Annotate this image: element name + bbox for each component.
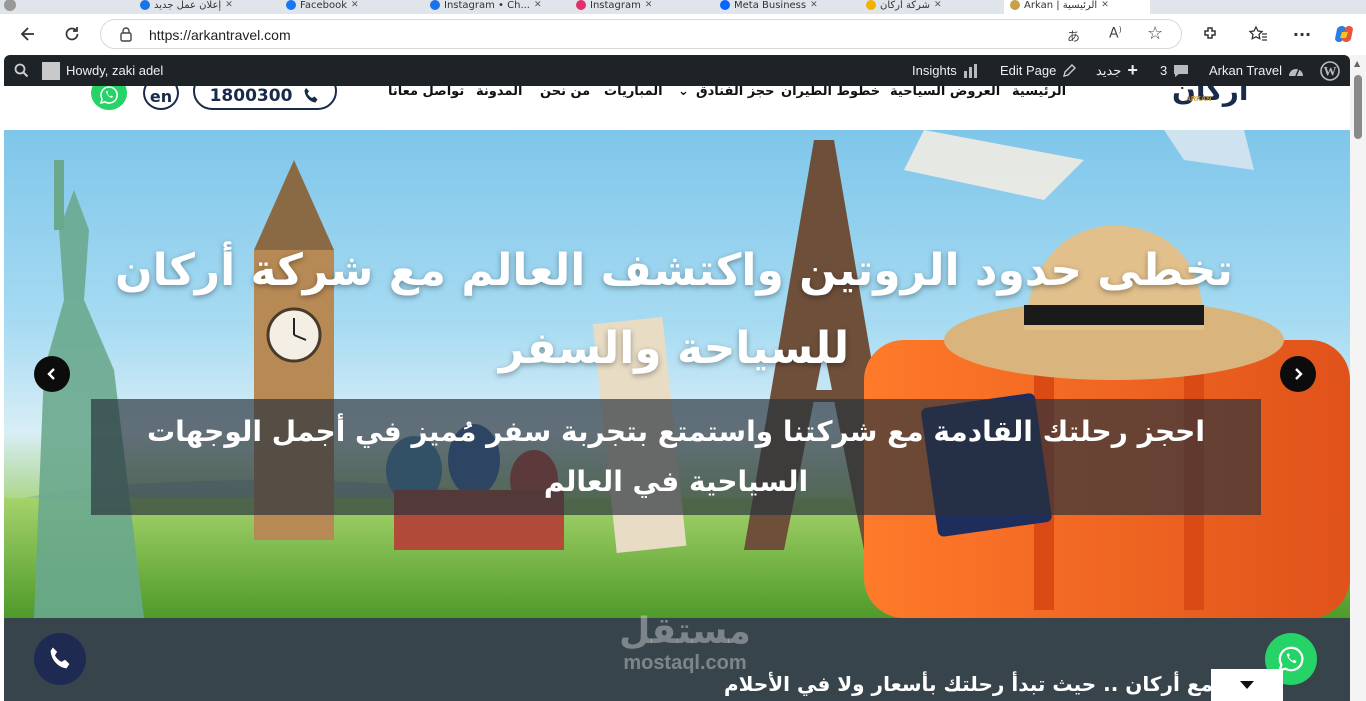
translate-icon[interactable]: あ bbox=[1067, 26, 1080, 45]
close-icon[interactable]: ✕ bbox=[225, 0, 233, 10]
tab-5[interactable]: Meta Business ✕ bbox=[720, 0, 818, 14]
plus-icon: + bbox=[1127, 60, 1138, 80]
tab-favicon bbox=[430, 0, 440, 10]
lock-icon[interactable] bbox=[119, 26, 133, 46]
hero-title: تخطى حدود الروتين واكتشف العالم مع شركة … bbox=[115, 245, 1233, 374]
address-bar[interactable]: https://arkantravel.com あ A) ☆ bbox=[100, 19, 1182, 49]
tab-1[interactable]: إعلان عمل جديد ✕ bbox=[140, 0, 233, 14]
comment-icon bbox=[1174, 64, 1189, 77]
meta-icon bbox=[720, 0, 730, 10]
close-icon[interactable]: ✕ bbox=[645, 0, 653, 10]
caret-down-icon bbox=[1240, 681, 1254, 689]
chevron-right-icon bbox=[1295, 368, 1303, 380]
whatsapp-header-button[interactable] bbox=[91, 86, 127, 110]
new-content-menu[interactable]: جديد + bbox=[1096, 55, 1138, 86]
refresh-icon[interactable] bbox=[58, 20, 86, 48]
scroll-up-icon[interactable]: ▲ bbox=[1354, 59, 1360, 68]
wordpress-logo-icon[interactable]: W bbox=[1320, 55, 1340, 86]
site-name-link[interactable]: Arkan Travel bbox=[1209, 55, 1304, 86]
tab-active[interactable]: Arkan | الرئيسية ✕ bbox=[1004, 0, 1150, 14]
dashboard-icon bbox=[1288, 68, 1303, 76]
browser-tab-strip: إعلان عمل جديد ✕ Facebook ✕ Instagram • Ch… bbox=[0, 0, 1366, 14]
copilot-icon[interactable] bbox=[1330, 20, 1358, 48]
back-icon[interactable] bbox=[14, 20, 42, 48]
phone-icon bbox=[304, 88, 318, 103]
comments-link[interactable]: 3 bbox=[1160, 55, 1189, 86]
scrollbar-thumb[interactable] bbox=[1354, 75, 1362, 139]
scroll-down-button[interactable] bbox=[1211, 669, 1283, 701]
tab-6[interactable]: شركة أركان ✕ bbox=[866, 0, 942, 14]
tab-2[interactable]: Facebook ✕ bbox=[286, 0, 359, 14]
bar-chart-icon bbox=[963, 63, 977, 78]
hero-subtitle-box: احجز رحلتك القادمة مع شركتنا واستمتع بتج… bbox=[91, 399, 1261, 515]
tab-avatar[interactable] bbox=[4, 0, 16, 14]
nav-about[interactable]: من نحن bbox=[540, 86, 590, 99]
tab-favicon bbox=[140, 0, 150, 10]
hero-subtitle: احجز رحلتك القادمة مع شركتنا واستمتع بتج… bbox=[147, 415, 1205, 498]
nav-hotels-chevron-down-icon[interactable]: ⌄ bbox=[678, 86, 689, 99]
read-aloud-icon[interactable]: A) bbox=[1109, 25, 1122, 42]
favorites-icon[interactable] bbox=[1244, 20, 1272, 48]
nav-home[interactable]: الرئيسية bbox=[1012, 86, 1066, 99]
nav-contact[interactable]: تواصل معانا bbox=[388, 86, 464, 99]
tab-4[interactable]: Instagram ✕ bbox=[576, 0, 652, 14]
nav-matches[interactable]: المباريات bbox=[604, 86, 663, 99]
language-switch-button[interactable]: en bbox=[143, 86, 179, 110]
nav-airlines[interactable]: خطوط الطيران bbox=[781, 86, 880, 99]
edit-page-link[interactable]: Edit Page bbox=[1000, 55, 1077, 86]
phone-icon bbox=[50, 647, 70, 669]
avatar bbox=[42, 61, 60, 80]
slider-next-button[interactable] bbox=[1280, 356, 1316, 392]
site-logo[interactable]: أركان ARKAN bbox=[1166, 86, 1266, 118]
tab-favicon bbox=[1010, 0, 1020, 10]
facebook-icon bbox=[286, 0, 296, 10]
favorite-star-icon[interactable]: ☆ bbox=[1147, 23, 1163, 44]
pencil-icon bbox=[1063, 63, 1077, 77]
howdy-user-menu[interactable]: Howdy, zaki adel bbox=[42, 55, 163, 86]
insights-link[interactable]: Insights bbox=[912, 55, 979, 86]
instagram-icon bbox=[576, 0, 586, 10]
nav-offers[interactable]: العروض السياحية bbox=[890, 86, 1000, 99]
close-icon[interactable]: ✕ bbox=[934, 0, 942, 10]
nav-blog[interactable]: المدونة bbox=[476, 86, 522, 99]
mostaql-watermark: مستقل mostaql.com bbox=[619, 611, 751, 675]
hero-slider: تخطى حدود الروتين واكتشف العالم مع شركة … bbox=[4, 130, 1350, 618]
admin-search-icon[interactable] bbox=[14, 55, 29, 86]
intro-band-heading: مع أركان .. حيث تبدأ رحلتك بأسعار ولا في… bbox=[724, 672, 1213, 696]
wp-admin-bar: Howdy, zaki adel Insights Edit Page جديد… bbox=[4, 55, 1350, 86]
more-menu-icon[interactable]: ··· bbox=[1288, 20, 1316, 48]
site-header: en 1800300 تواصل معانا المدونة من نحن ال… bbox=[4, 86, 1350, 130]
whatsapp-icon bbox=[99, 86, 118, 105]
floating-call-button[interactable] bbox=[34, 633, 86, 685]
browser-toolbar: https://arkantravel.com あ A) ☆ ··· bbox=[0, 14, 1366, 54]
svg-text:W: W bbox=[1324, 63, 1337, 78]
page-scrollbar[interactable]: ▲ bbox=[1350, 55, 1366, 701]
tab-3[interactable]: Instagram • Ch... ✕ bbox=[430, 0, 542, 14]
close-icon[interactable]: ✕ bbox=[810, 0, 818, 10]
slider-prev-button[interactable] bbox=[34, 356, 70, 392]
close-icon[interactable]: ✕ bbox=[534, 0, 542, 10]
tab-favicon bbox=[866, 0, 876, 10]
close-icon[interactable]: ✕ bbox=[351, 0, 359, 10]
extensions-icon[interactable] bbox=[1196, 20, 1224, 48]
chevron-left-icon bbox=[47, 368, 55, 380]
url-text[interactable]: https://arkantravel.com bbox=[149, 27, 291, 43]
nav-hotels[interactable]: حجز الفنادق bbox=[696, 86, 775, 99]
header-phone-button[interactable]: 1800300 bbox=[193, 86, 337, 110]
close-icon[interactable]: ✕ bbox=[1101, 0, 1109, 10]
